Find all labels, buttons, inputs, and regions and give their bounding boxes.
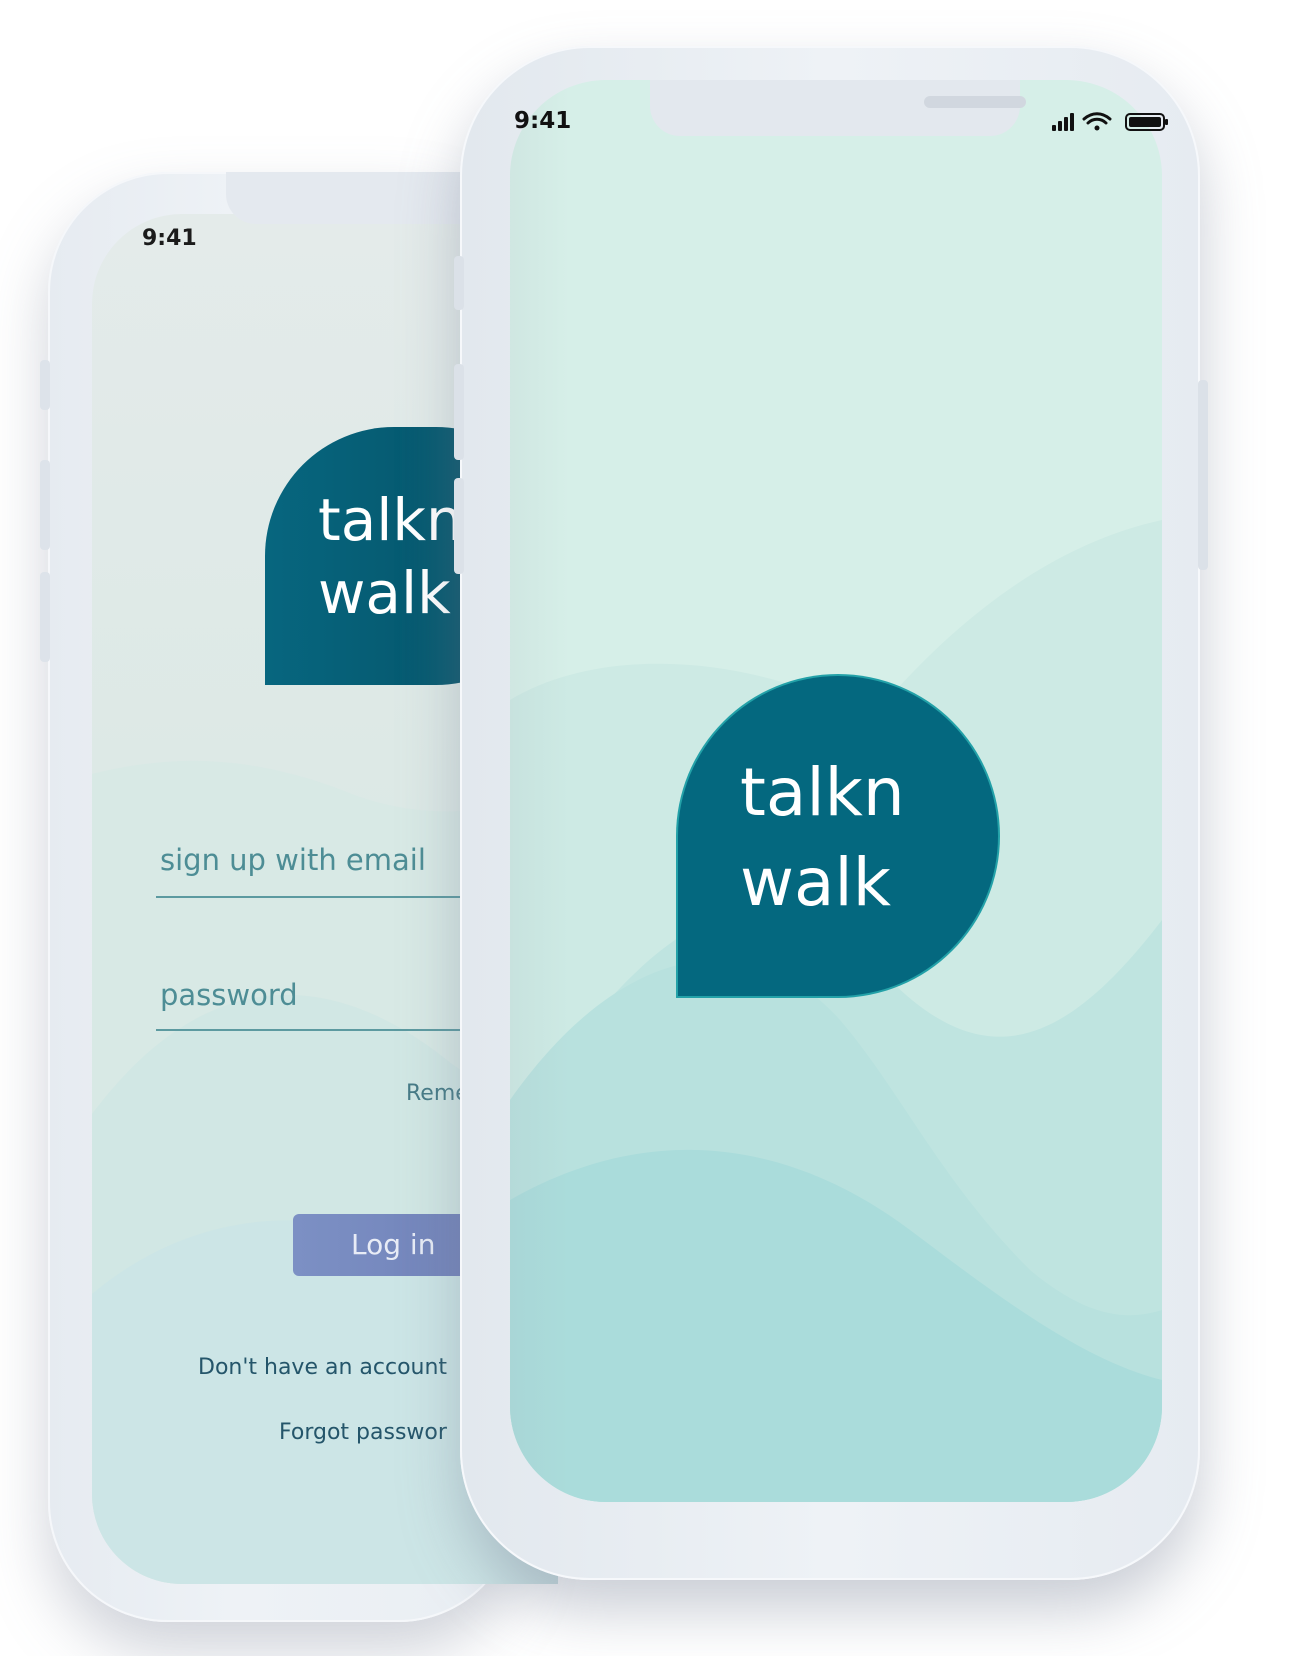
- logo-line-1: talkn: [740, 754, 905, 831]
- logo-line-2: walk: [318, 559, 451, 627]
- speaker: [924, 96, 1026, 108]
- power-button: [1198, 380, 1208, 570]
- side-button: [454, 256, 464, 310]
- signup-link[interactable]: Don't have an account: [198, 1355, 447, 1380]
- side-button: [40, 360, 50, 410]
- notch: [650, 80, 1026, 136]
- battery-icon: [1125, 113, 1168, 131]
- logo-line-2: walk: [740, 844, 891, 921]
- brand-logo-text: talkn walk: [318, 484, 463, 630]
- side-button: [454, 478, 464, 574]
- back-phone-mockup: 9:41 talkn walk sign up with email passw…: [40, 172, 618, 1622]
- brand-logo-text: talkn walk: [740, 748, 905, 928]
- side-button: [40, 460, 50, 550]
- screen-shading: [510, 80, 570, 1502]
- signal-icon: [1052, 113, 1074, 131]
- status-time: 9:41: [142, 226, 197, 251]
- front-phone-mockup: talkn walk 9:41: [454, 46, 1208, 1580]
- forgot-password-link[interactable]: Forgot passwor: [279, 1420, 447, 1445]
- logo-line-1: talkn: [318, 486, 463, 554]
- password-field[interactable]: password: [160, 978, 298, 1012]
- email-field[interactable]: sign up with email: [160, 843, 426, 877]
- splash-screen: talkn walk: [510, 80, 1162, 1502]
- status-icons: [1052, 112, 1168, 131]
- side-button: [454, 364, 464, 460]
- status-time: 9:41: [514, 108, 572, 134]
- wifi-icon: [1082, 112, 1112, 131]
- side-button: [40, 572, 50, 662]
